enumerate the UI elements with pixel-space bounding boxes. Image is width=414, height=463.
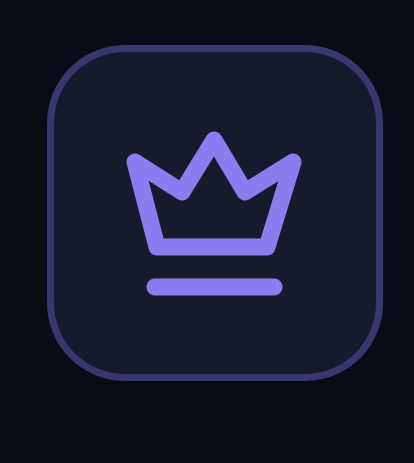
crown-app-icon-tile[interactable]: [47, 45, 383, 381]
icon-stage: [0, 0, 414, 463]
